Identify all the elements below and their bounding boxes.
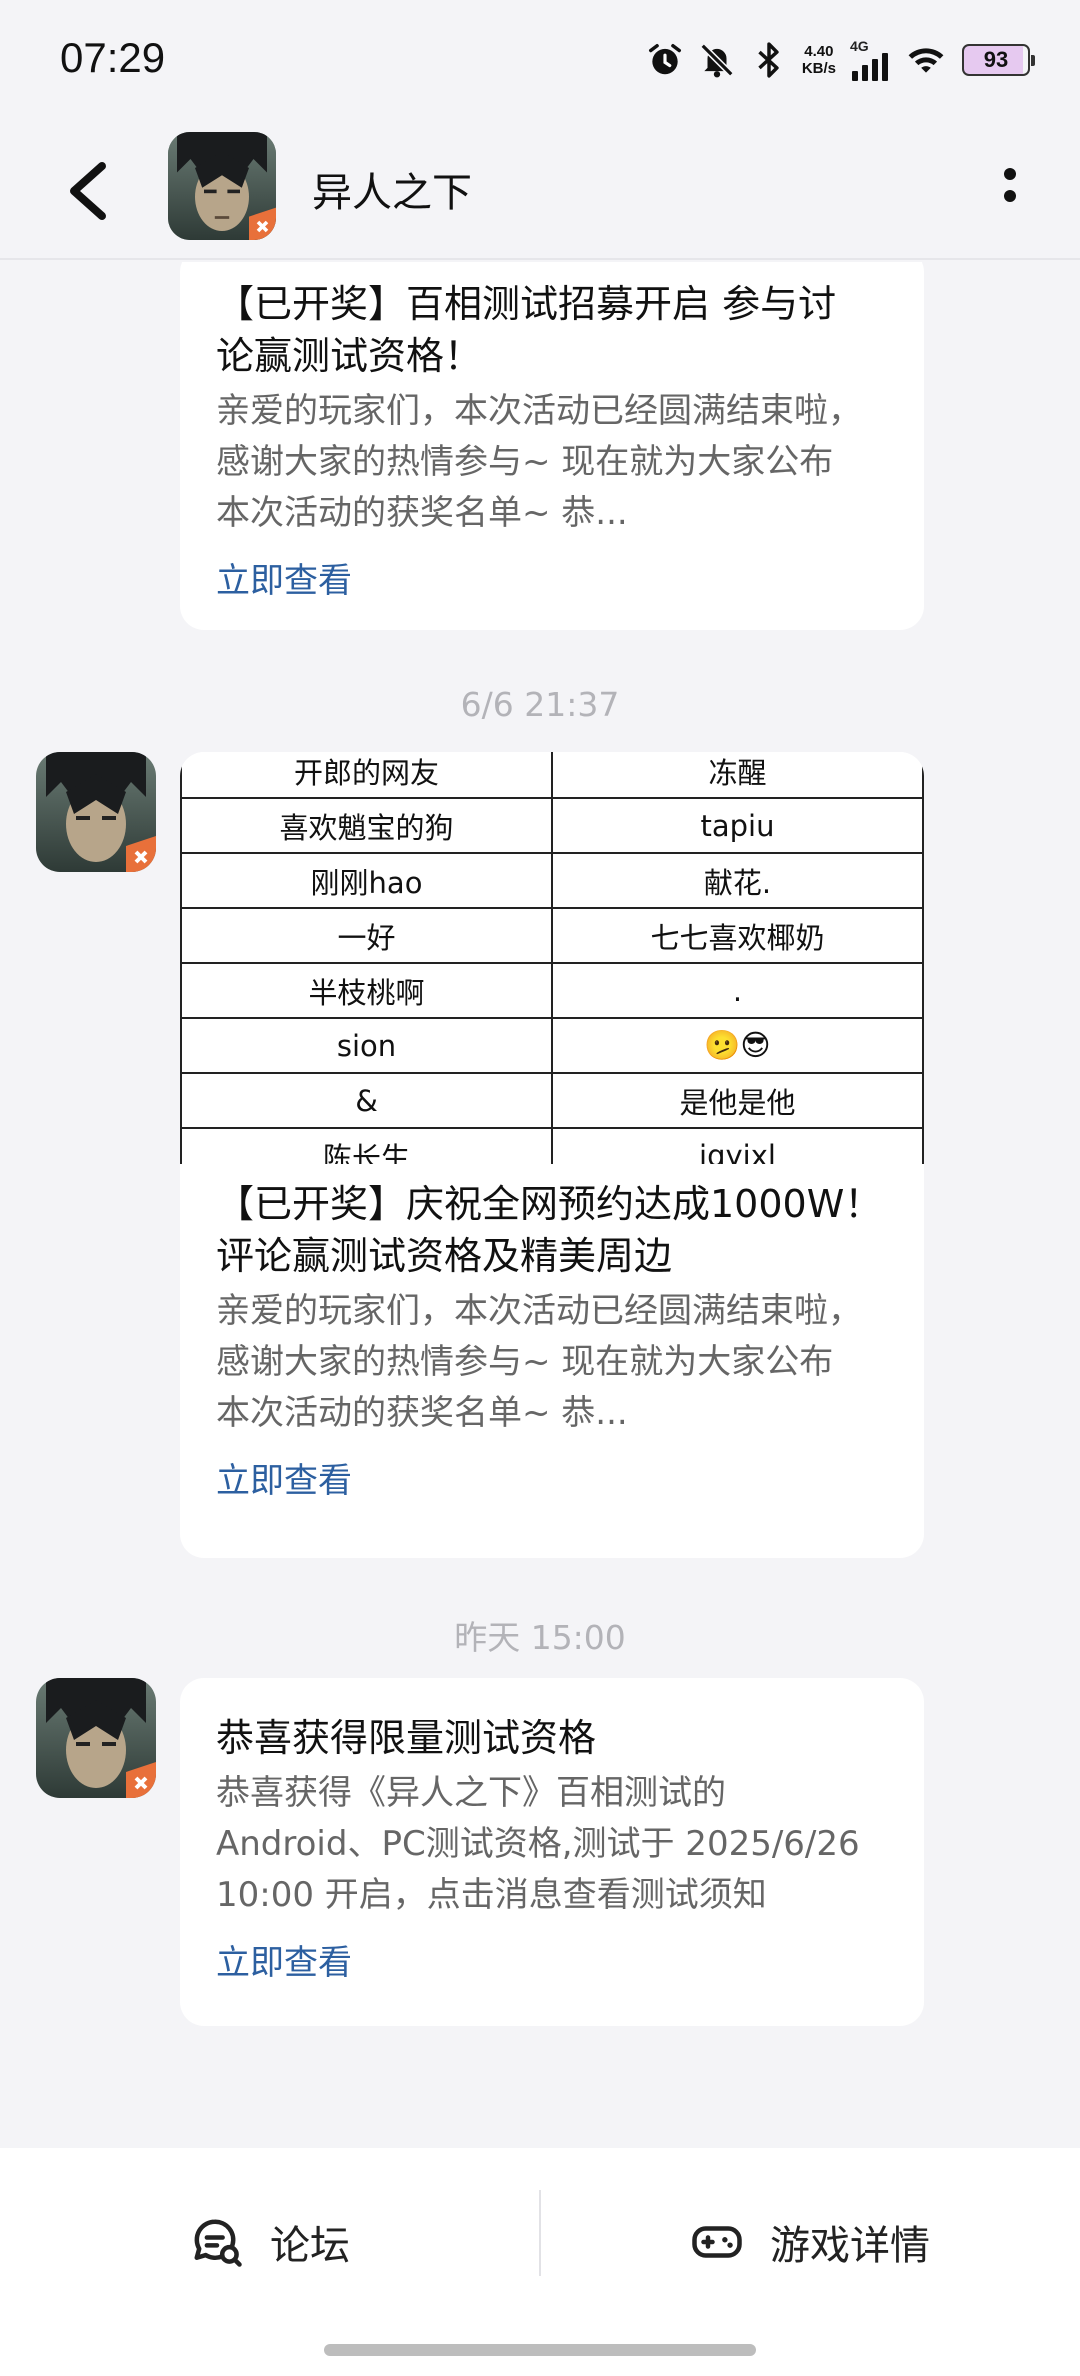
message-title-line: 【已开奖】百相测试招募开启 参与讨 [216, 282, 837, 326]
winner-name: . [551, 962, 924, 1019]
message-body-line: 感谢大家的热情参与~ 现在就为大家公布 [216, 1342, 834, 1382]
sender-avatar[interactable] [36, 1678, 156, 1798]
winner-name: jqyixl [551, 1127, 924, 1164]
page-title: 异人之下 [312, 170, 472, 216]
winners-row: & 是他是他 [180, 1072, 924, 1129]
winners-row: 半枝桃啊. [180, 962, 924, 1019]
message-body-line: 恭喜获得《异人之下》百相测试的 [216, 1773, 726, 1813]
message-body-line: 10:00 开启，点击消息查看测试须知 [216, 1875, 767, 1915]
view-now-link[interactable]: 立即查看 [216, 553, 888, 602]
winner-name: 冻醒 [551, 752, 924, 799]
winners-row: 刚刚hao 献花. [180, 852, 924, 909]
winner-name: 献花. [551, 852, 924, 909]
message-body-line: 本次活动的获奖名单~ 恭... [216, 1393, 628, 1433]
message-title-line: 【已开奖】庆祝全网预约达成1000W！ [216, 1182, 883, 1226]
winner-name: 开郎的网友 [180, 752, 553, 799]
game-avatar[interactable] [168, 132, 276, 240]
battery-icon: 93 [962, 44, 1035, 76]
app-bar: 异人之下 [0, 120, 1080, 260]
winners-row: sion 🫤😎 [180, 1017, 924, 1074]
winner-name: tapiu [551, 797, 924, 854]
message-body-line: 亲爱的玩家们，本次活动已经圆满结束啦， [216, 1291, 862, 1331]
winner-name: 🫤😎 [551, 1017, 924, 1074]
message-body: 亲爱的玩家们，本次活动已经圆满结束啦， 感谢大家的热情参与~ 现在就为大家公布 … [216, 386, 888, 539]
home-indicator[interactable] [324, 2344, 756, 2356]
timestamp: 昨天 15:00 [454, 1618, 626, 1657]
view-now-link[interactable]: 立即查看 [216, 1453, 888, 1502]
winner-name: 是他是他 [551, 1072, 924, 1129]
battery-level: 93 [983, 47, 1009, 72]
message-title: 恭喜获得限量测试资格 [216, 1716, 597, 1760]
forum-label: 论坛 [270, 2223, 350, 2269]
message-title-line: 论赢测试资格！ [216, 334, 483, 378]
sender-avatar[interactable] [36, 752, 156, 872]
winner-name: 一好 [180, 907, 553, 964]
winners-table: 开郎的网友 冻醒 喜欢魈宝的狗 tapiu 刚刚hao 献花. 一好 七七喜欢椰奶 半枝桃啊. s… [180, 752, 924, 1164]
bottom-nav: 论坛 游戏详情 [0, 2148, 1080, 2376]
cell-signal: 4G [850, 39, 890, 81]
sender-avatar-image [36, 1678, 156, 1798]
message-card[interactable]: 恭喜获得限量测试资格 恭喜获得《异人之下》百相测试的 Android、PC测试资… [180, 1678, 924, 2026]
nav-divider [539, 2190, 541, 2276]
game-details-label: 游戏详情 [770, 2223, 930, 2269]
message-title-line: 评论赢测试资格及精美周边 [216, 1234, 673, 1278]
status-bar: 07:29 4.40 KB/s 4G 93 [0, 0, 1080, 120]
message-body-line: Android、PC测试资格,测试于 2025/6/26 [216, 1824, 860, 1864]
winners-row: 开郎的网友 冻醒 [180, 752, 924, 799]
message-body: 亲爱的玩家们，本次活动已经圆满结束啦， 感谢大家的热情参与~ 现在就为大家公布 … [216, 1286, 888, 1439]
back-arrow-icon[interactable] [60, 156, 120, 226]
winner-name: sion [180, 1017, 553, 1074]
forum-icon [194, 2219, 242, 2267]
alarm-icon [648, 44, 681, 75]
winners-row: 一好 七七喜欢椰奶 [180, 907, 924, 964]
network-type: 4G [850, 38, 869, 54]
clock: 07:29 [60, 34, 166, 81]
message-body-line: 亲爱的玩家们，本次活动已经圆满结束啦， [216, 391, 862, 431]
message-title: 【已开奖】庆祝全网预约达成1000W！ 评论赢测试资格及精美周边 [216, 1178, 888, 1282]
message-card[interactable]: 【已开奖】百相测试招募开启 参与讨 论赢测试资格！ 亲爱的玩家们，本次活动已经圆… [180, 262, 924, 630]
message-card[interactable]: 开郎的网友 冻醒 喜欢魈宝的狗 tapiu 刚刚hao 献花. 一好 七七喜欢椰奶 半枝桃啊. s… [180, 752, 924, 1558]
net-speed-value: 4.40 [804, 43, 834, 60]
forum-button[interactable]: 论坛 [190, 2202, 350, 2282]
mute-bell-icon [700, 43, 734, 78]
message-body-line: 感谢大家的热情参与~ 现在就为大家公布 [216, 442, 834, 482]
bluetooth-icon [758, 42, 779, 78]
sender-avatar-image [36, 752, 156, 872]
game-avatar-image [168, 132, 276, 240]
timestamp: 6/6 21:37 [460, 685, 620, 724]
gamepad-icon [692, 2226, 742, 2258]
view-now-link[interactable]: 立即查看 [216, 1935, 888, 1984]
net-speed-unit: KB/s [801, 60, 836, 77]
winner-name: & [180, 1072, 553, 1129]
message-body: 恭喜获得《异人之下》百相测试的 Android、PC测试资格,测试于 2025/… [216, 1768, 888, 1921]
winner-name: 喜欢魈宝的狗 [180, 797, 553, 854]
winners-row: 陈长生 jqyixl [180, 1127, 924, 1164]
net-speed: 4.40 KB/s [802, 43, 836, 77]
signal-icon [852, 53, 888, 81]
status-icons: 4.40 KB/s 4G 93 [646, 36, 1035, 84]
winners-row: 喜欢魈宝的狗 tapiu [180, 797, 924, 854]
winner-name: 七七喜欢椰奶 [551, 907, 924, 964]
message-body-line: 本次活动的获奖名单~ 恭... [216, 493, 628, 533]
winners-table-image: 开郎的网友 冻醒 喜欢魈宝的狗 tapiu 刚刚hao 献花. 一好 七七喜欢椰奶 半枝桃啊. s… [180, 752, 924, 1164]
more-vert-icon[interactable] [990, 160, 1030, 220]
winner-name: 陈长生 [180, 1127, 553, 1164]
message-feed[interactable]: 【已开奖】百相测试招募开启 参与讨 论赢测试资格！ 亲爱的玩家们，本次活动已经圆… [0, 262, 1080, 2147]
winner-name: 半枝桃啊 [180, 962, 553, 1019]
game-details-button[interactable]: 游戏详情 [690, 2202, 930, 2282]
message-title: 【已开奖】百相测试招募开启 参与讨 论赢测试资格！ [216, 278, 888, 382]
wifi-icon [908, 48, 944, 73]
winner-name: 刚刚hao [180, 852, 553, 909]
